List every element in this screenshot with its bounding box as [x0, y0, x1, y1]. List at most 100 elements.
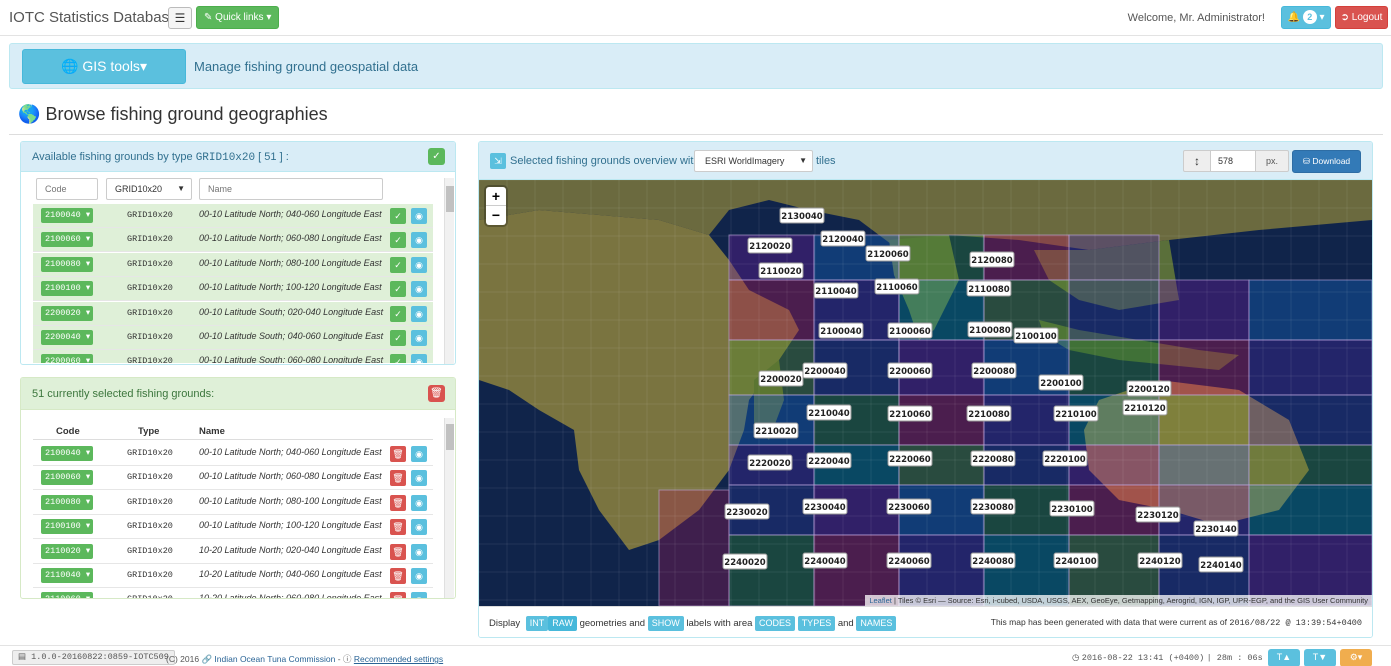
select-button[interactable]: ✓ — [390, 354, 406, 363]
code-dropdown-button[interactable]: 2100040 ▾ — [41, 208, 93, 223]
code-dropdown-button[interactable]: 2100100 ▾ — [41, 281, 93, 297]
remove-button[interactable]: 🗑 — [390, 494, 406, 511]
locate-button[interactable]: ◉ — [411, 281, 427, 298]
grid-label[interactable]: 2220100 — [1042, 450, 1088, 467]
grid-label[interactable]: 2100100 — [1013, 327, 1059, 344]
clear-selection-button[interactable]: 🗑 — [428, 385, 445, 402]
code-dropdown-button[interactable]: 2100080 ▾ — [41, 494, 93, 510]
name-filter-input[interactable] — [199, 178, 383, 200]
locate-button[interactable]: ◉ — [411, 256, 427, 273]
grid-label[interactable]: 2200020 — [758, 370, 804, 387]
grid-label[interactable]: 2240140 — [1198, 556, 1244, 573]
grid-label[interactable]: 2200120 — [1126, 380, 1172, 397]
raw-toggle[interactable]: RAW — [548, 616, 577, 631]
grid-label[interactable]: 2240080 — [970, 552, 1016, 569]
grid-label[interactable]: 2120060 — [865, 245, 911, 262]
grid-label[interactable]: 2210080 — [966, 405, 1012, 422]
grid-label[interactable]: 2210100 — [1053, 405, 1099, 422]
locate-button[interactable]: ◉ — [411, 470, 427, 487]
grid-label[interactable]: 2210020 — [753, 422, 799, 439]
grid-label[interactable]: 2120080 — [969, 251, 1015, 268]
menu-toggle-button[interactable]: ☰ — [168, 7, 192, 29]
code-dropdown-button[interactable]: 2100060 ▾ — [41, 232, 93, 248]
code-dropdown-button[interactable]: 2110020 ▾ — [41, 543, 93, 559]
grid-label[interactable]: 2230060 — [886, 498, 932, 515]
zoom-in-button[interactable]: + — [486, 187, 506, 206]
remove-button[interactable]: 🗑 — [390, 446, 406, 462]
font-size-increase-button[interactable]: T▲ — [1268, 649, 1300, 666]
code-dropdown-button[interactable]: 2110040 ▾ — [41, 568, 93, 583]
remove-button[interactable]: 🗑 — [390, 543, 406, 560]
table-row[interactable]: 2100100 ▾ GRID10x20 00-10 Latitude North; … — [33, 515, 433, 540]
app-title[interactable]: IOTC Statistics Database — [9, 9, 177, 26]
grid-label[interactable]: 2110060 — [874, 278, 920, 295]
locate-button[interactable]: ◉ — [411, 232, 427, 249]
select-button[interactable]: ✓ — [390, 256, 406, 273]
table-row[interactable]: 2100100 ▾ GRID10x20 00-10 Latitude North; … — [33, 277, 433, 302]
grid-label[interactable]: 2240060 — [886, 552, 932, 569]
locate-button[interactable]: ◉ — [411, 208, 427, 224]
code-dropdown-button[interactable]: 2100080 ▾ — [41, 256, 93, 272]
grid-label[interactable]: 2230120 — [1135, 506, 1181, 523]
notifications-button[interactable]: 🔔 2 ▾ — [1281, 6, 1331, 29]
code-filter-input[interactable] — [36, 178, 98, 200]
grid-label[interactable]: 2120020 — [747, 237, 793, 254]
grid-label[interactable]: 2230020 — [724, 503, 770, 520]
select-all-button[interactable]: ✓ — [428, 148, 445, 165]
locate-button[interactable]: ◉ — [411, 568, 427, 584]
types-toggle[interactable]: TYPES — [797, 616, 836, 631]
locate-button[interactable]: ◉ — [411, 494, 427, 511]
codes-toggle[interactable]: CODES — [755, 616, 796, 631]
grid-label[interactable]: 2100040 — [818, 322, 864, 339]
locate-button[interactable]: ◉ — [411, 305, 427, 322]
scroll-thumb[interactable] — [446, 186, 454, 212]
grid-label[interactable]: 2220040 — [806, 452, 852, 469]
logout-button[interactable]: ➲ Logout — [1335, 6, 1388, 29]
table-row[interactable]: 2100080 ▾ GRID10x20 00-10 Latitude North; … — [33, 252, 433, 277]
grid-label[interactable]: 2110080 — [966, 280, 1012, 297]
locate-button[interactable]: ◉ — [411, 519, 427, 536]
grid-label[interactable]: 2230040 — [802, 498, 848, 515]
column-header-type[interactable]: Type — [138, 426, 159, 437]
code-dropdown-button[interactable]: 2100100 ▾ — [41, 519, 93, 535]
code-dropdown-button[interactable]: 2110060 ▾ — [41, 592, 93, 598]
table-row[interactable]: 2100080 ▾ GRID10x20 00-10 Latitude North; … — [33, 491, 433, 515]
code-dropdown-button[interactable]: 2100060 ▾ — [41, 470, 93, 486]
grid-label[interactable]: 2210060 — [887, 405, 933, 422]
grid-label[interactable]: 2100080 — [967, 321, 1013, 338]
table-row[interactable]: 2110040 ▾ GRID10x20 10-20 Latitude North; … — [33, 564, 433, 588]
select-button[interactable]: ✓ — [390, 281, 406, 298]
int-toggle[interactable]: INT — [525, 616, 549, 631]
scroll-thumb[interactable] — [446, 424, 454, 450]
leaflet-link[interactable]: Leaflet — [869, 596, 892, 605]
grid-label[interactable]: 2200040 — [802, 362, 848, 379]
code-dropdown-button[interactable]: 2200040 ▾ — [41, 330, 93, 345]
grid-label[interactable]: 2220020 — [747, 454, 793, 471]
grid-label[interactable]: 2220060 — [887, 450, 933, 467]
table-row[interactable]: 2100060 ▾ GRID10x20 00-10 Latitude North; … — [33, 228, 433, 253]
expand-icon[interactable]: ⇲ — [490, 153, 506, 169]
grid-label[interactable]: 2240020 — [722, 553, 768, 570]
grid-label[interactable]: 2230140 — [1193, 520, 1239, 537]
zoom-out-button[interactable]: − — [486, 206, 506, 225]
settings-button[interactable]: ⚙▾ — [1340, 649, 1372, 666]
grid-label[interactable]: 2120040 — [820, 230, 866, 247]
quick-links-button[interactable]: ✎ Quick links ▾ — [196, 6, 280, 29]
column-header-name[interactable]: Name — [199, 426, 225, 437]
table-row[interactable]: 2200060 ▾ GRID10x20 00-10 Latitude South; … — [33, 350, 433, 363]
available-scrollbar[interactable] — [444, 178, 454, 364]
grid-label[interactable]: 2220080 — [970, 450, 1016, 467]
selected-scrollbar[interactable] — [444, 418, 454, 598]
grid-label[interactable]: 2200100 — [1038, 374, 1084, 391]
grid-label[interactable]: 2230080 — [970, 498, 1016, 515]
table-row[interactable]: 2110020 ▾ GRID10x20 10-20 Latitude North; … — [33, 540, 433, 564]
grid-label[interactable]: 2210120 — [1122, 399, 1168, 416]
table-row[interactable]: 2100040 ▾ GRID10x20 00-10 Latitude North; … — [33, 442, 433, 466]
code-dropdown-button[interactable]: 2200060 ▾ — [41, 354, 93, 363]
table-row[interactable]: 2110060 ▾ GRID10x20 10-20 Latitude North; … — [33, 588, 433, 598]
locate-button[interactable]: ◉ — [411, 330, 427, 346]
grid-label[interactable]: 2110040 — [813, 282, 859, 299]
grid-label[interactable]: 2240100 — [1053, 552, 1099, 569]
tiles-select[interactable]: ESRI WorldImagery ▼ — [694, 150, 813, 172]
names-toggle[interactable]: NAMES — [856, 616, 897, 631]
